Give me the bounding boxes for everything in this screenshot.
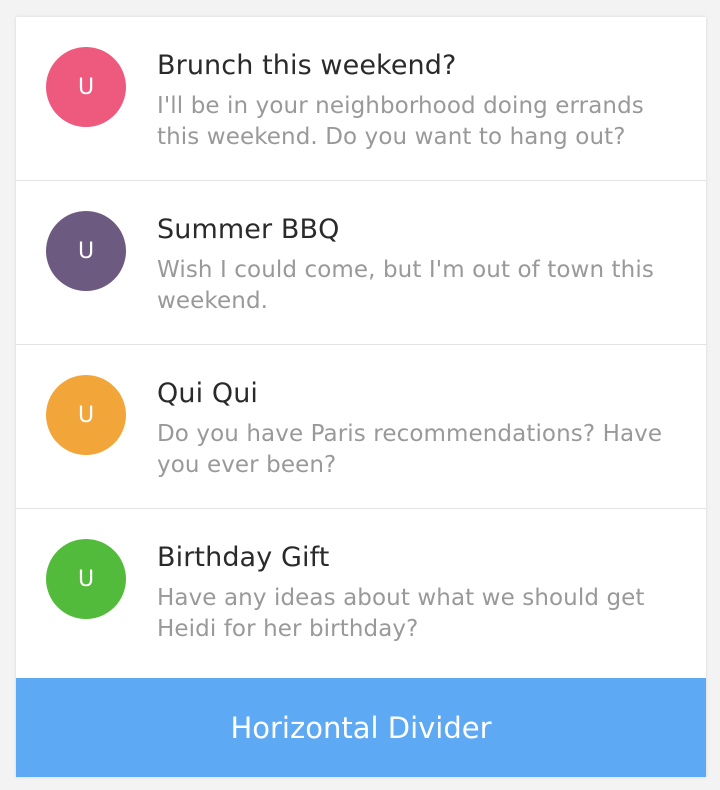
list-item-text: Brunch this weekend? I'll be in your nei… bbox=[157, 49, 687, 153]
avatar-letter: U bbox=[77, 238, 95, 264]
avatar-letter: U bbox=[77, 74, 95, 100]
app-frame: U Brunch this weekend? I'll be in your n… bbox=[16, 17, 706, 777]
list-item-text: Birthday Gift Have any ideas about what … bbox=[157, 541, 687, 645]
conversation-list: U Brunch this weekend? I'll be in your n… bbox=[16, 17, 706, 672]
avatar-letter: U bbox=[77, 402, 95, 428]
list-item[interactable]: U Brunch this weekend? I'll be in your n… bbox=[16, 17, 706, 181]
conversation-title: Summer BBQ bbox=[157, 214, 340, 245]
conversation-title: Birthday Gift bbox=[157, 542, 330, 573]
avatar-letter: U bbox=[77, 566, 95, 592]
list-item[interactable]: U Summer BBQ Wish I could come, but I'm … bbox=[16, 181, 706, 345]
conversation-message: Wish I could come, but I'm out of town t… bbox=[157, 257, 654, 314]
avatar: U bbox=[46, 211, 126, 291]
list-item-text: Qui Qui Do you have Paris recommendation… bbox=[157, 377, 687, 481]
conversation-title: Qui Qui bbox=[157, 378, 259, 409]
conversation-title: Brunch this weekend? bbox=[157, 50, 457, 81]
list-item[interactable]: U Qui Qui Do you have Paris recommendati… bbox=[16, 345, 706, 509]
list-item[interactable]: U Birthday Gift Have any ideas about wha… bbox=[16, 509, 706, 672]
horizontal-divider-label: Horizontal Divider bbox=[230, 710, 492, 745]
conversation-message: Have any ideas about what we should get … bbox=[157, 585, 645, 642]
conversation-message: Do you have Paris recommendations? Have … bbox=[157, 421, 663, 478]
conversation-message: I'll be in your neighborhood doing erran… bbox=[157, 93, 644, 150]
horizontal-divider-button[interactable]: Horizontal Divider bbox=[16, 678, 706, 777]
avatar: U bbox=[46, 375, 126, 455]
avatar: U bbox=[46, 539, 126, 619]
list-item-text: Summer BBQ Wish I could come, but I'm ou… bbox=[157, 213, 687, 317]
avatar: U bbox=[46, 47, 126, 127]
